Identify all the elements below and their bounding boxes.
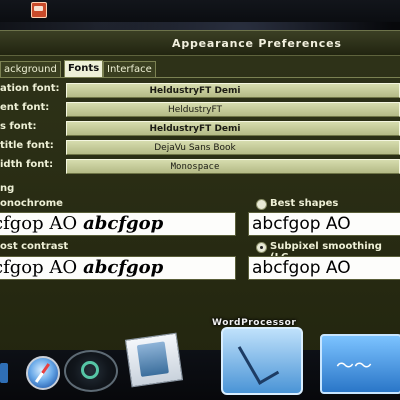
desktop-font-button[interactable]: HeldustryFT Demi xyxy=(66,121,400,136)
fixed-width-font-value: Monospace xyxy=(170,162,220,172)
finder-icon[interactable] xyxy=(0,363,8,383)
monochrome-sample-plain: cfgop AO xyxy=(0,213,78,234)
appearance-preferences-window: Appearance Preferences ackground Fonts I… xyxy=(0,30,400,374)
desktop-font-value: HeldustryFT Demi xyxy=(149,124,241,134)
tab-background[interactable]: ackground xyxy=(0,61,61,77)
best-shapes-radio[interactable] xyxy=(256,199,267,210)
monochrome-sample-italic: abcfgop xyxy=(83,213,164,234)
best-contrast-option-label[interactable]: ost contrast xyxy=(0,241,68,252)
top-menu-strip xyxy=(0,0,400,22)
rendering-section-label: ng xyxy=(0,183,15,194)
tab-interface[interactable]: Interface xyxy=(103,61,156,77)
monochrome-sample[interactable]: cfgop AO abcfgop xyxy=(0,212,236,236)
application-font-label: ation font: xyxy=(0,83,60,94)
window-title-font-label: title font: xyxy=(0,140,54,151)
word-processor-icon[interactable] xyxy=(221,327,303,395)
application-font-button[interactable]: HeldustryFT Demi xyxy=(66,83,400,98)
window-title-font-button[interactable]: DejaVu Sans Book xyxy=(66,140,400,155)
fixed-width-font-label: idth font: xyxy=(0,159,54,170)
best-contrast-sample-italic: abcfgop xyxy=(83,257,164,278)
window-title-font-value: DejaVu Sans Book xyxy=(154,143,236,153)
document-font-value: HeldustryFT xyxy=(168,105,222,115)
best-contrast-sample-plain: cfgop AO xyxy=(0,257,78,278)
time-machine-icon[interactable] xyxy=(64,350,118,392)
best-shapes-sample[interactable]: abcfgop AO xyxy=(248,212,400,236)
best-contrast-sample[interactable]: cfgop AO abcfgop xyxy=(0,256,236,280)
subpixel-sample-plain: abcfgop AO xyxy=(252,258,351,278)
office-icon[interactable] xyxy=(320,334,400,394)
monochrome-option-label[interactable]: onochrome xyxy=(0,198,63,209)
best-shapes-option-label[interactable]: Best shapes xyxy=(270,198,338,209)
safari-icon[interactable] xyxy=(26,356,60,390)
fixed-width-font-button[interactable]: Monospace xyxy=(66,159,400,174)
document-font-label: ent font: xyxy=(0,102,50,113)
window-titlebar[interactable]: Appearance Preferences xyxy=(0,31,400,56)
tab-fonts[interactable]: Fonts xyxy=(64,60,104,78)
window-title: Appearance Preferences xyxy=(172,37,342,50)
tab-bar: ackground Fonts Interface xyxy=(0,60,180,78)
fonts-panel: ation font: HeldustryFT Demi ent font: H… xyxy=(0,77,400,374)
subpixel-sample[interactable]: abcfgop AO xyxy=(248,256,400,280)
best-shapes-sample-plain: abcfgop AO xyxy=(252,214,351,234)
application-font-value: HeldustryFT Demi xyxy=(149,86,241,96)
tray-app-icon[interactable] xyxy=(31,2,47,18)
document-font-button[interactable]: HeldustryFT xyxy=(66,102,400,117)
desktop-font-label: s font: xyxy=(0,121,37,132)
subpixel-smoothing-radio[interactable] xyxy=(256,242,267,253)
mail-icon[interactable] xyxy=(124,332,184,388)
